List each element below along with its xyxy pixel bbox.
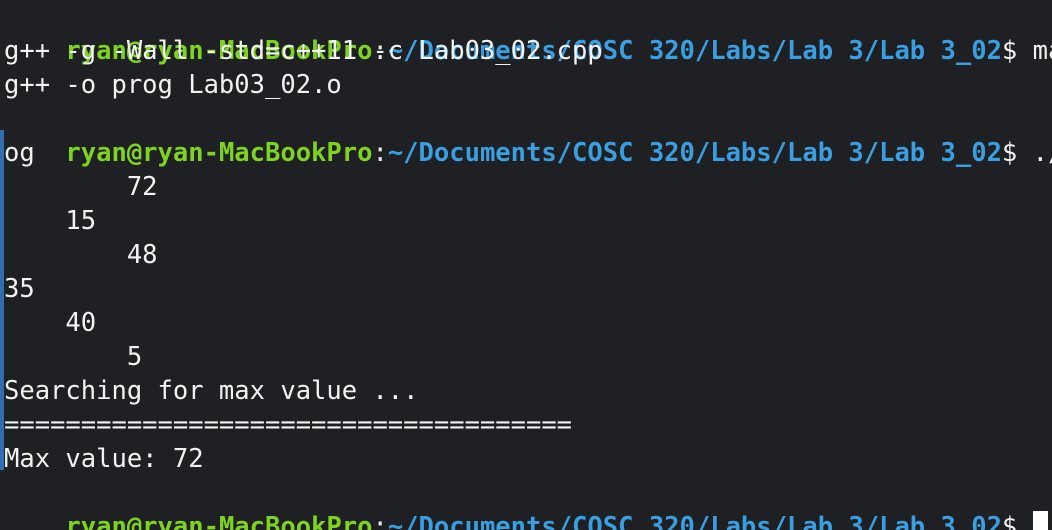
tree-line: 40 [4, 308, 97, 338]
prompt-line-2: ryan@ryan-MacBookPro:~/Documents/COSC 32… [4, 102, 1052, 168]
prompt-symbol: $ [1001, 36, 1018, 66]
prompt-line-3[interactable]: ryan@ryan-MacBookPro:~/Documents/COSC 32… [4, 476, 1049, 530]
terminal-window[interactable]: ryan@ryan-MacBookPro:~/Documents/COSC 32… [0, 0, 1052, 530]
prompt-path: ~/Documents/COSC 320/Labs/Lab 3/Lab 3_02 [387, 512, 1002, 530]
prompt-user-host: ryan@ryan-MacBookPro [65, 512, 373, 530]
command-make: mak [1032, 36, 1052, 66]
tree-line: 5 [4, 342, 143, 372]
tree-line: 35 [4, 274, 35, 304]
output-compile-line: g++ -g -Wall -std=c++11 -c Lab03_02.cpp [4, 36, 603, 66]
output-searching: Searching for max value ... [4, 376, 419, 406]
command-run-part1: ./p [1032, 138, 1052, 168]
prompt-symbol: $ [1001, 512, 1018, 530]
command-run-part2: og [4, 138, 35, 168]
prompt-separator: : [372, 138, 388, 168]
tree-line: 15 [4, 206, 97, 236]
tree-line: 72 [4, 172, 158, 202]
prompt-path: ~/Documents/COSC 320/Labs/Lab 3/Lab 3_02 [387, 138, 1002, 168]
prompt-separator: : [372, 512, 388, 530]
output-max-value: Max value: 72 [4, 444, 204, 474]
output-link-line: g++ -o prog Lab03_02.o [4, 70, 342, 100]
prompt-symbol: $ [1001, 138, 1018, 168]
prompt-user-host: ryan@ryan-MacBookPro [65, 138, 373, 168]
tree-line: 48 [4, 240, 158, 270]
prompt-line-1: ryan@ryan-MacBookPro:~/Documents/COSC 32… [4, 0, 1052, 66]
text-cursor[interactable] [1033, 511, 1049, 530]
output-divider: ===================================== [4, 410, 573, 440]
